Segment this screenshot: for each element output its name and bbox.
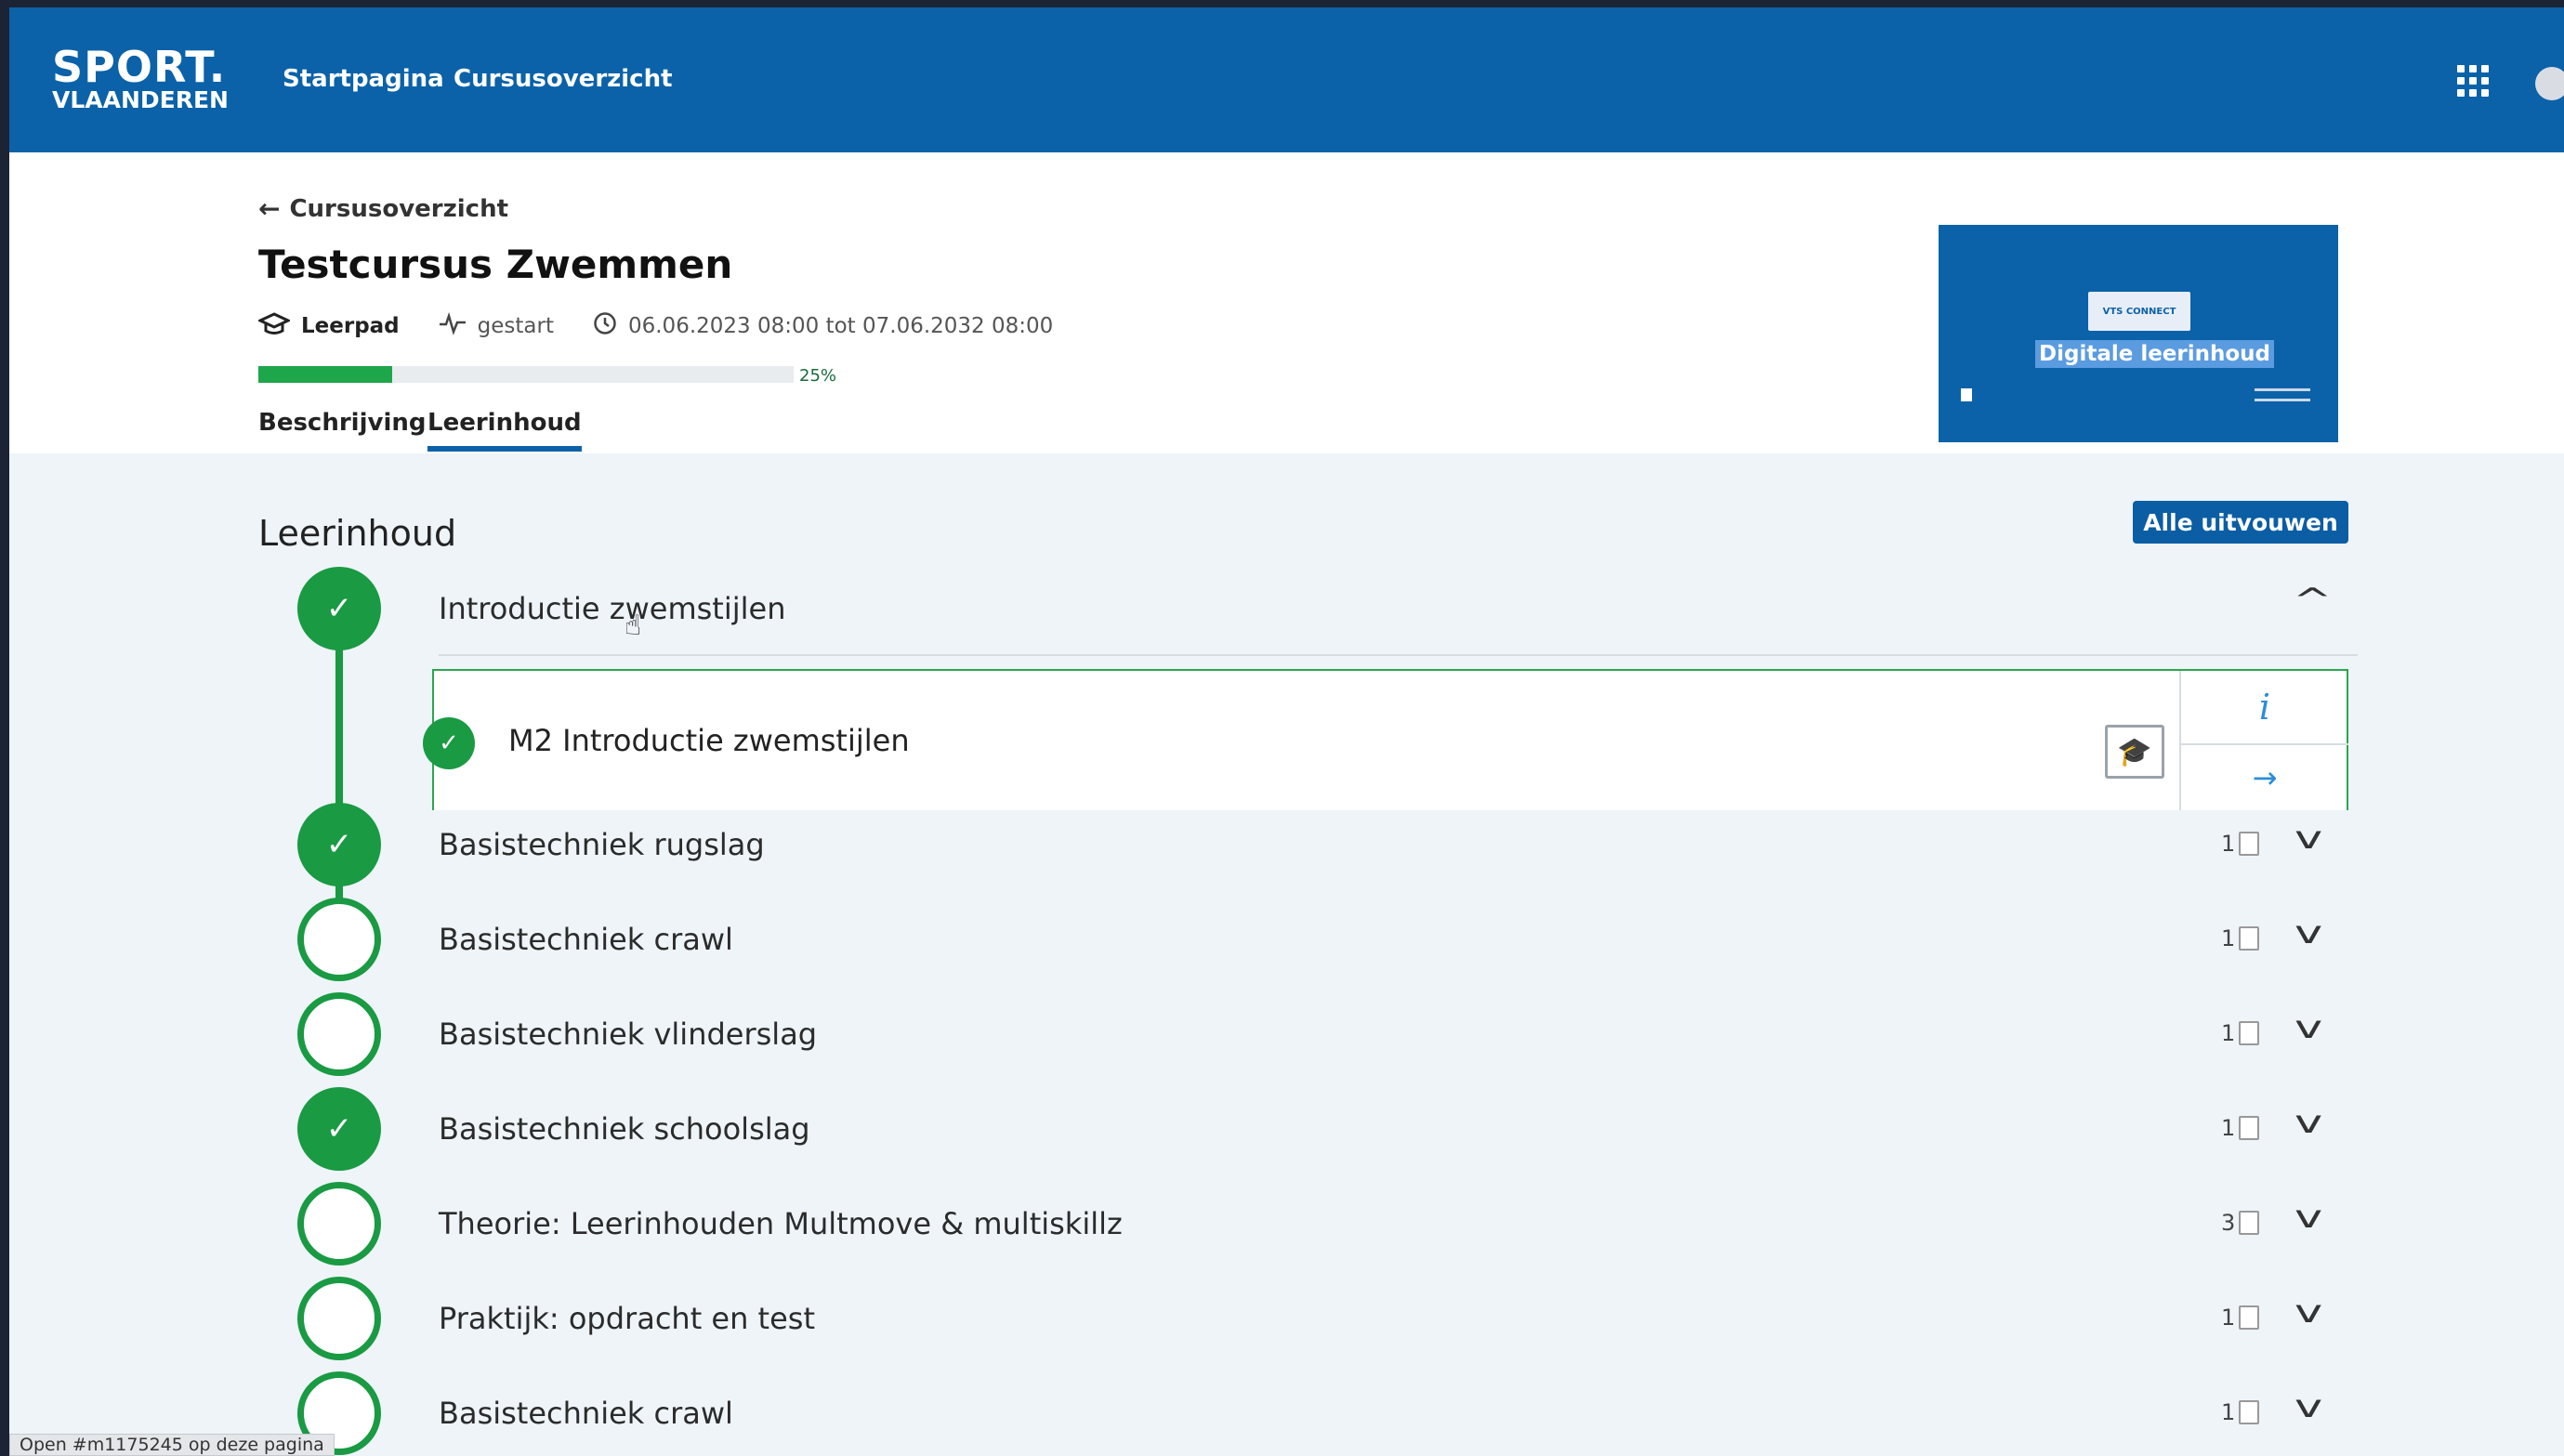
- user-avatar-icon[interactable]: [2535, 67, 2564, 100]
- browser-status-bar: Open #m1175245 op deze pagina: [9, 1434, 335, 1456]
- module-status-open: [297, 1182, 381, 1266]
- item-count-value: 1: [2221, 1305, 2236, 1331]
- logo-line-2: VLAANDEREN: [52, 86, 229, 113]
- top-navigation: SPORT. VLAANDEREN Startpagina Cursusover…: [9, 7, 2564, 152]
- item-count: 1: [2221, 925, 2260, 951]
- thumb-logo-text: VTS CONNECT: [2102, 306, 2176, 317]
- document-icon: [2239, 1116, 2260, 1140]
- nav-cursusoverzicht[interactable]: Cursusoverzicht: [454, 65, 673, 93]
- module-status-done: ✓: [297, 803, 381, 886]
- nav-startpagina[interactable]: Startpagina: [283, 65, 444, 93]
- chevron-down-icon[interactable]: v: [2294, 1009, 2322, 1046]
- tab-beschrijving[interactable]: Beschrijving: [258, 409, 426, 437]
- item-count-value: 1: [2221, 831, 2236, 857]
- document-icon: [2239, 832, 2260, 856]
- course-status: gestart: [477, 314, 554, 338]
- module-title[interactable]: Introductie zwemstijlen: [439, 591, 785, 626]
- learning-content-section: Leerinhoud Alle uitvouwen ✓ Introductie …: [9, 453, 2564, 1456]
- vts-connect-logo: VTS CONNECT: [2088, 292, 2190, 331]
- browser-page: SPORT. VLAANDEREN Startpagina Cursusover…: [9, 7, 2564, 1456]
- course-thumbnail[interactable]: VTS CONNECT Digitale leerinhoud: [1939, 225, 2338, 442]
- check-icon: ✓: [325, 590, 353, 627]
- sport-vlaanderen-logo[interactable]: SPORT. VLAANDEREN: [52, 45, 229, 111]
- document-icon: [2239, 1211, 2260, 1235]
- learning-path-icon: 🎓: [2105, 725, 2164, 779]
- chevron-down-icon[interactable]: v: [2294, 820, 2322, 857]
- info-icon[interactable]: i: [2181, 671, 2348, 745]
- item-count-value: 3: [2221, 1210, 2236, 1236]
- document-icon: [2239, 926, 2260, 951]
- chevron-down-icon[interactable]: v: [2294, 1293, 2322, 1331]
- module-status-open: [297, 1277, 381, 1360]
- submodule-card: ✓ M2 Introductie zwemstijlen 🎓 i →: [423, 669, 2348, 810]
- course-type: Leerpad: [301, 314, 400, 338]
- item-count: 1: [2221, 831, 2260, 857]
- module-title[interactable]: Basistechniek vlinderslag: [439, 1017, 817, 1052]
- item-count-value: 1: [2221, 1020, 2236, 1046]
- document-icon: [2239, 1305, 2260, 1330]
- course-title: Testcursus Zwemmen: [258, 242, 733, 287]
- hand-cursor-icon: ☝: [625, 610, 642, 642]
- item-count: 1: [2221, 1115, 2260, 1141]
- back-link-label: Cursusoverzicht: [289, 194, 509, 223]
- back-to-course-overview[interactable]: ← Cursusoverzicht: [258, 193, 508, 224]
- document-icon: [2239, 1400, 2260, 1424]
- chevron-down-icon[interactable]: v: [2294, 914, 2322, 951]
- item-count: 1: [2221, 1305, 2260, 1331]
- chevron-up-icon[interactable]: ^: [2293, 582, 2333, 619]
- expand-all-button[interactable]: Alle uitvouwen: [2133, 501, 2348, 544]
- course-progress-bar: [258, 366, 794, 383]
- course-meta: Leerpad gestart 06.06.2023 08:00 tot 07.…: [256, 310, 1054, 342]
- item-count-value: 1: [2221, 1399, 2236, 1425]
- chevron-down-icon[interactable]: v: [2294, 1199, 2322, 1236]
- module-title[interactable]: Theorie: Leerinhouden Multmove & multisk…: [439, 1206, 1123, 1241]
- chevron-down-icon[interactable]: v: [2294, 1104, 2322, 1141]
- item-count-value: 1: [2221, 1115, 2236, 1141]
- module-title[interactable]: Basistechniek schoolslag: [439, 1111, 810, 1147]
- module-title[interactable]: Basistechniek rugslag: [439, 827, 765, 862]
- activity-icon: [439, 311, 467, 341]
- module-status-done: ✓: [297, 567, 381, 650]
- tab-leerinhoud[interactable]: Leerinhoud: [427, 409, 582, 452]
- arrow-left-icon: ←: [258, 193, 281, 224]
- apps-grid-icon[interactable]: [2457, 65, 2489, 97]
- graduation-cap-icon: [256, 310, 292, 342]
- item-count: 1: [2221, 1020, 2260, 1046]
- module-title[interactable]: Basistechniek crawl: [439, 1396, 733, 1431]
- course-period: 06.06.2023 08:00 tot 07.06.2032 08:00: [627, 314, 1054, 338]
- document-icon: [2239, 1021, 2260, 1045]
- chevron-down-icon[interactable]: v: [2294, 1388, 2322, 1425]
- check-icon: ✓: [325, 1110, 353, 1148]
- module-title[interactable]: Praktijk: opdracht en test: [439, 1301, 815, 1336]
- module-status-open: [297, 992, 381, 1076]
- item-count: 1: [2221, 1399, 2260, 1425]
- module-status-open: [297, 898, 381, 981]
- arrow-right-icon[interactable]: →: [2181, 745, 2348, 810]
- item-count: 3: [2221, 1210, 2260, 1236]
- thumbnail-label: Digitale leerinhoud: [2035, 340, 2275, 368]
- document-icon: [1961, 388, 1972, 401]
- submodule-actions: i →: [2179, 671, 2348, 810]
- clock-icon: [593, 311, 617, 341]
- module-status-done: ✓: [297, 1087, 381, 1171]
- thumbnail-footer-mark: [2255, 388, 2310, 401]
- submodule-title[interactable]: M2 Introductie zwemstijlen: [508, 723, 910, 758]
- progress-label: 25%: [799, 366, 837, 386]
- divider: [439, 654, 2358, 656]
- check-icon: ✓: [325, 826, 353, 863]
- submodule-check-icon: ✓: [423, 717, 475, 769]
- logo-line-1: SPORT.: [52, 42, 227, 92]
- section-title: Leerinhoud: [258, 513, 457, 554]
- module-title[interactable]: Basistechniek crawl: [439, 922, 733, 957]
- progress-fill: [258, 366, 392, 383]
- item-count-value: 1: [2221, 925, 2236, 951]
